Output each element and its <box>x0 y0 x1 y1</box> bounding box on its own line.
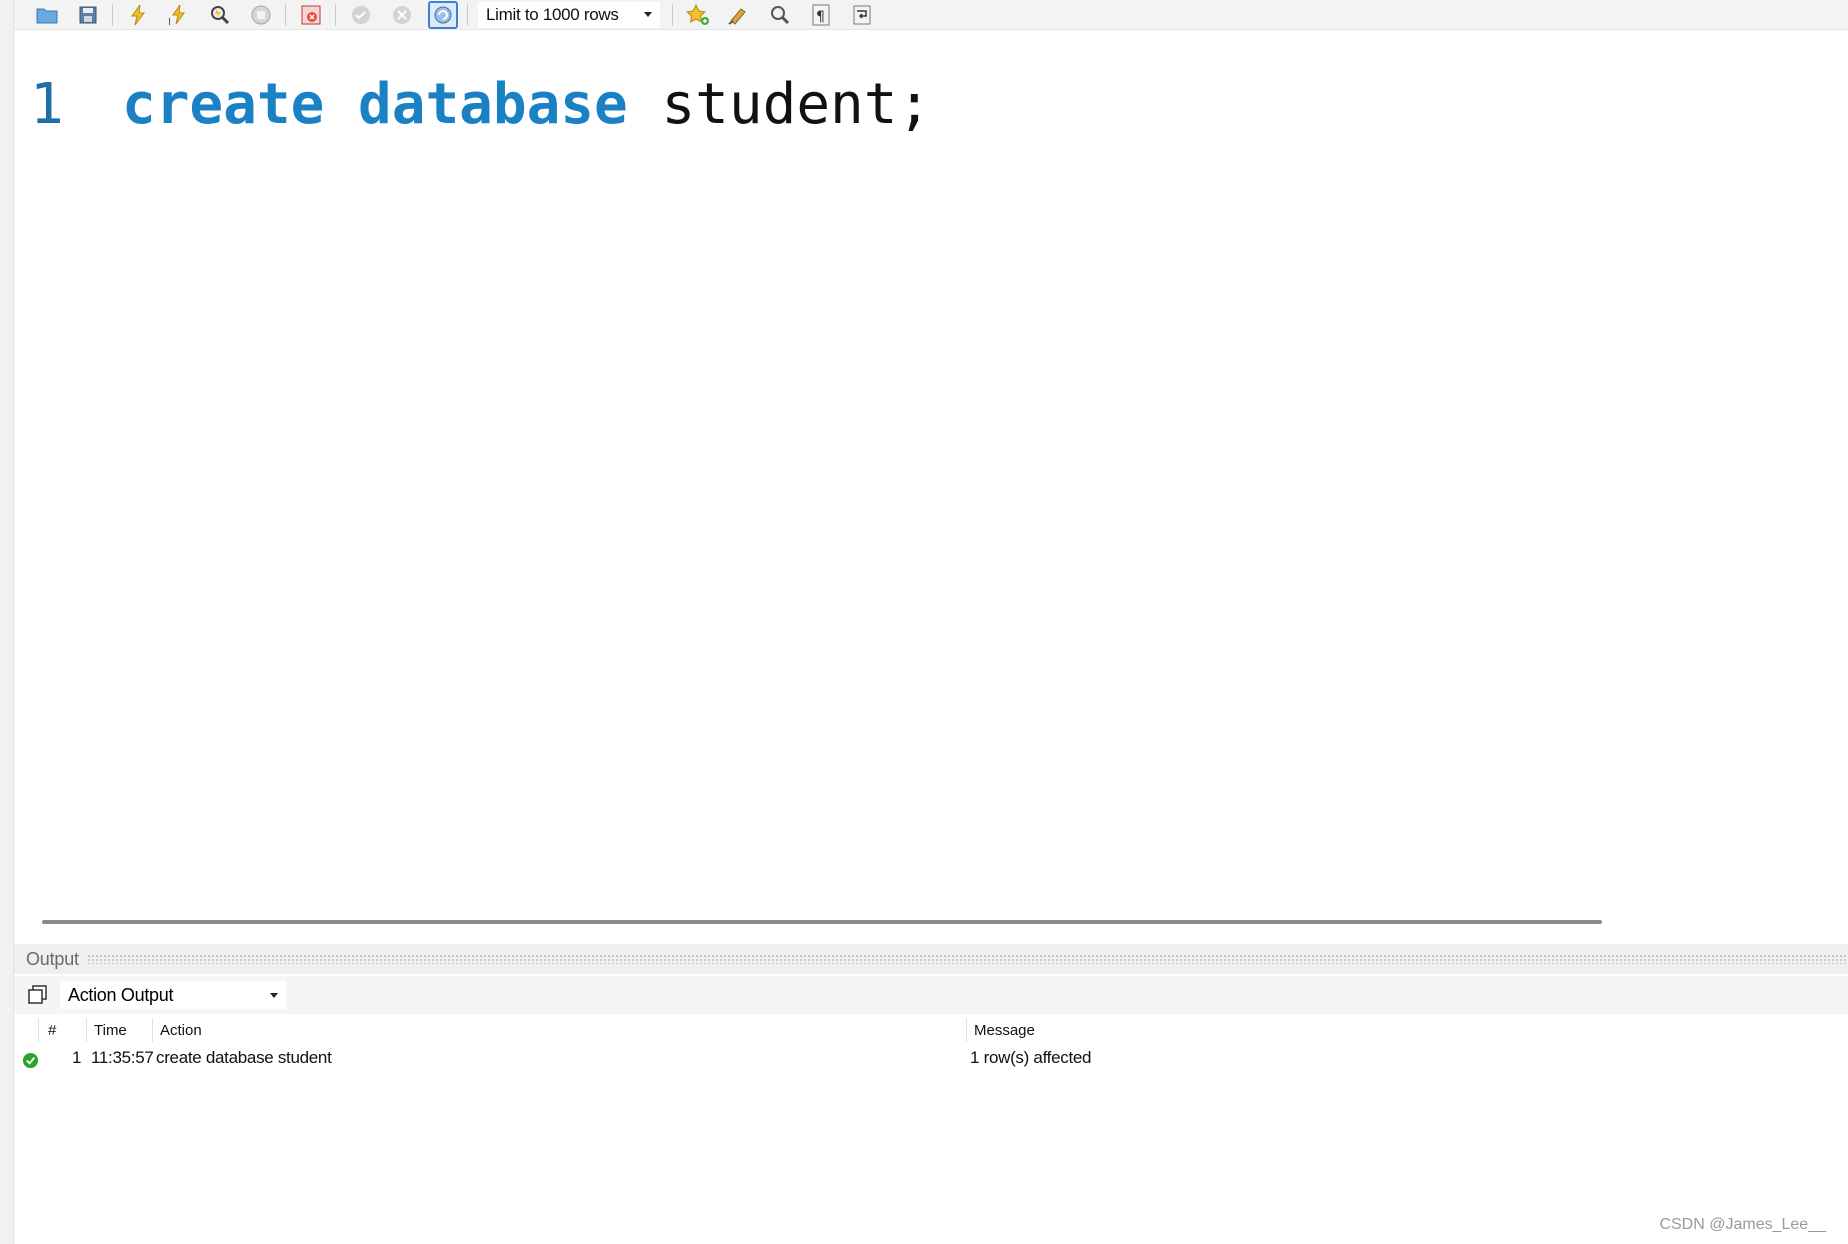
column-divider[interactable] <box>38 1018 39 1042</box>
row-limit-select[interactable]: Limit to 1000 rows <box>478 1 660 28</box>
output-type-value: Action Output <box>68 984 174 1005</box>
row-number: 1 <box>72 1048 82 1067</box>
panel-drag-handle[interactable] <box>86 954 1848 964</box>
autocommit-icon <box>434 6 452 23</box>
toolbar-separator <box>112 3 113 26</box>
action-output-grid: # Time Action Message 1 11:35:57 create … <box>14 1016 1848 1244</box>
column-divider[interactable] <box>86 1018 87 1042</box>
identifier-student: student <box>661 71 898 137</box>
beautify-button[interactable] <box>724 1 754 29</box>
toolbar-separator <box>335 3 336 26</box>
toggle-error-button[interactable] <box>296 1 326 29</box>
commit-button[interactable] <box>346 1 376 29</box>
execute-current-button[interactable]: I <box>164 1 194 29</box>
column-header-time[interactable]: Time <box>94 1022 127 1039</box>
toolbar-separator <box>285 3 286 26</box>
beautify-icon <box>728 7 746 25</box>
row-message: 1 row(s) affected <box>970 1048 1092 1067</box>
row-action: create database student <box>156 1048 332 1067</box>
keyword-database: database <box>358 71 628 137</box>
success-icon <box>22 1052 39 1069</box>
output-toolbar: Action Output <box>14 976 1848 1014</box>
open-file-button[interactable] <box>32 1 62 29</box>
svg-text:¶: ¶ <box>816 9 825 25</box>
column-divider[interactable] <box>152 1018 153 1042</box>
save-icon <box>79 6 97 23</box>
chevron-down-icon <box>644 12 652 17</box>
keyword-create: create <box>122 71 325 137</box>
find-icon <box>771 5 790 24</box>
sql-editor[interactable]: 1 create database student ; <box>14 31 1848 924</box>
output-panel-title: Output <box>26 948 79 969</box>
svg-text:I: I <box>168 17 171 27</box>
output-panel-header: Output <box>14 944 1848 974</box>
rollback-button[interactable] <box>387 1 417 29</box>
horizontal-scrollbar[interactable] <box>42 920 1602 924</box>
wrap-icon <box>853 5 871 24</box>
rollback-icon <box>393 5 411 24</box>
row-time: 11:35:57 <box>91 1048 154 1067</box>
grid-header: # Time Action Message <box>14 1016 1848 1044</box>
invisible-chars-icon: ¶ <box>812 4 830 25</box>
execute-icon <box>131 4 145 25</box>
chevron-down-icon <box>270 992 278 998</box>
stop-icon <box>251 5 271 24</box>
explain-button[interactable] <box>205 1 235 29</box>
code-line: 1 create database student ; <box>30 69 931 139</box>
invisible-chars-button[interactable]: ¶ <box>806 1 836 29</box>
copy-icon[interactable] <box>26 983 50 1007</box>
sql-editor-toolbar: I Limit to 1000 rows ¶ <box>14 0 1848 30</box>
column-header-action[interactable]: Action <box>160 1022 202 1039</box>
add-snippet-button[interactable] <box>683 1 713 29</box>
line-number: 1 <box>30 71 64 137</box>
find-button[interactable] <box>765 1 795 29</box>
watermark: CSDN @James_Lee__ <box>1659 1216 1826 1233</box>
column-divider[interactable] <box>966 1018 967 1042</box>
column-header-message[interactable]: Message <box>974 1022 1035 1039</box>
save-button[interactable] <box>73 1 103 29</box>
open-file-icon <box>36 8 58 23</box>
statement-terminator: ; <box>897 71 932 137</box>
left-gutter <box>0 0 14 1244</box>
column-header-number[interactable]: # <box>48 1022 56 1039</box>
explain-icon <box>211 5 230 24</box>
commit-icon <box>352 5 370 24</box>
table-row[interactable]: 1 11:35:57 create database student 1 row… <box>14 1044 1848 1074</box>
toolbar-separator <box>467 3 468 26</box>
add-snippet-icon <box>685 3 709 25</box>
output-type-select[interactable]: Action Output <box>60 981 286 1009</box>
row-limit-value: Limit to 1000 rows <box>486 4 619 24</box>
autocommit-toggle[interactable] <box>428 0 458 29</box>
wrap-button[interactable] <box>847 1 877 29</box>
execute-button[interactable] <box>123 1 153 29</box>
toggle-error-icon <box>301 5 321 24</box>
stop-button[interactable] <box>246 1 276 29</box>
toolbar-separator <box>672 3 673 26</box>
execute-current-icon: I <box>168 4 185 27</box>
